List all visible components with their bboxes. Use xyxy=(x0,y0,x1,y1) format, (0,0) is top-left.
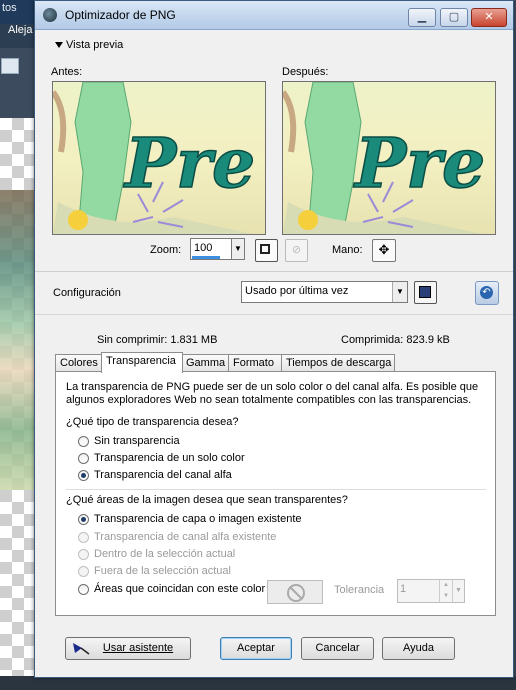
dialog-title: Optimizador de PNG xyxy=(65,8,176,22)
tolerance-stepper[interactable]: 1 ▲ ▼ ▼ xyxy=(397,579,465,603)
maximize-button[interactable]: ▢ xyxy=(440,8,468,27)
tab-formato[interactable]: Formato xyxy=(228,354,282,372)
separator xyxy=(35,271,513,272)
config-value: Usado por última vez xyxy=(245,285,349,297)
preview-after-image: Pre xyxy=(283,82,486,234)
radio-selected-icon xyxy=(78,514,89,525)
tolerance-label: Tolerancia xyxy=(334,584,385,596)
reset-button[interactable]: ↶ xyxy=(475,281,499,305)
no-color-icon xyxy=(287,584,305,602)
zoom-fit-button[interactable] xyxy=(255,239,278,262)
radio-label: Transparencia de capa o imagen existente xyxy=(94,513,302,525)
background-toolbar-text: Aleja xyxy=(8,24,33,36)
floppy-icon xyxy=(419,286,431,298)
undo-icon: ↶ xyxy=(480,286,493,299)
radio-selected-icon xyxy=(78,470,89,481)
cancel-button[interactable]: Cancelar xyxy=(301,637,374,660)
use-wizard-button[interactable]: Usar asistente xyxy=(65,637,191,660)
title-bar[interactable]: Optimizador de PNG ▁ ▢ ✕ xyxy=(35,1,513,30)
preview-before-image: Pre xyxy=(53,82,256,234)
config-select[interactable]: Usado por última vez ▼ xyxy=(241,281,408,303)
background-image xyxy=(0,190,34,490)
uncompressed-size: Sin comprimir: 1.831 MB xyxy=(97,334,218,346)
transparency-panel: La transparencia de PNG puede ser de un … xyxy=(55,371,496,616)
zoom-label: Zoom: xyxy=(150,244,182,256)
radio-icon xyxy=(78,453,89,464)
radio-label: Áreas que coincidan con este color xyxy=(94,583,266,595)
radio-label: Fuera de la selección actual xyxy=(94,565,231,577)
separator xyxy=(66,489,486,490)
preview-after[interactable]: Pre xyxy=(282,81,496,235)
compressed-size: Comprimida: 823.9 kB xyxy=(341,334,450,346)
color-swatch[interactable] xyxy=(267,580,323,604)
app-icon xyxy=(43,8,57,22)
zoom-dropdown-arrow-icon[interactable]: ▼ xyxy=(231,238,245,260)
transparency-type-question: ¿Qué tipo de transparencia desea? xyxy=(66,416,239,428)
tab-transparencia[interactable]: Transparencia xyxy=(101,352,183,373)
minimize-button[interactable]: ▁ xyxy=(408,8,436,27)
radio-icon xyxy=(78,584,89,595)
config-label: Configuración xyxy=(53,287,121,299)
radio-label: Transparencia de un solo color xyxy=(94,452,245,464)
collapse-arrow-icon xyxy=(55,42,63,49)
close-button[interactable]: ✕ xyxy=(471,8,507,27)
ok-button[interactable]: Aceptar xyxy=(220,637,292,660)
tab-gamma[interactable]: Gamma xyxy=(181,354,229,372)
preview-after-text: Pre xyxy=(353,124,485,204)
png-optimizer-dialog: Optimizador de PNG ▁ ▢ ✕ Vista previa An… xyxy=(34,0,514,678)
tab-tiempos-descarga[interactable]: Tiempos de descarga xyxy=(281,354,395,372)
radio-icon xyxy=(78,549,89,560)
radio-icon xyxy=(78,566,89,577)
save-preset-button[interactable] xyxy=(414,281,437,304)
transparency-description: La transparencia de PNG puede ser de un … xyxy=(66,381,479,406)
wizard-icon xyxy=(73,643,90,655)
pan-tool-button[interactable]: ✥ xyxy=(372,239,396,262)
zoom-underline xyxy=(192,256,220,259)
preview-toggle-label: Vista previa xyxy=(66,39,124,51)
background-menu-text: tos xyxy=(2,2,17,14)
tolerance-value: 1 xyxy=(400,583,407,595)
stepper-arrows-icon: ▲ ▼ xyxy=(439,580,452,602)
radio-label: Sin transparencia xyxy=(94,435,180,447)
preview-before-text: Pre xyxy=(123,124,255,204)
radio-label: Dentro de la selección actual xyxy=(94,548,236,560)
radio-label: Transparencia de canal alfa existente xyxy=(94,531,277,543)
radio-icon xyxy=(78,532,89,543)
preview-before[interactable]: Pre xyxy=(52,81,266,235)
chevron-down-icon: ▼ xyxy=(452,580,464,602)
background-toolbar-icon[interactable] xyxy=(1,58,19,74)
after-label: Después: xyxy=(282,66,329,78)
radio-icon xyxy=(78,436,89,447)
chevron-down-icon[interactable]: ▼ xyxy=(392,282,407,302)
preview-toggle[interactable]: Vista previa xyxy=(55,39,123,51)
sync-preview-button[interactable]: ⊘ xyxy=(285,239,308,262)
hand-label: Mano: xyxy=(332,244,363,256)
radio-label: Transparencia del canal alfa xyxy=(94,469,232,481)
before-label: Antes: xyxy=(51,66,83,78)
use-wizard-label: Usar asistente xyxy=(102,642,174,654)
fit-window-icon xyxy=(260,244,270,254)
separator xyxy=(35,314,513,315)
help-button[interactable]: Ayuda xyxy=(382,637,455,660)
tab-colores[interactable]: Colores xyxy=(55,354,105,372)
zoom-value: 100 xyxy=(194,242,213,254)
background-statusbar xyxy=(0,676,516,690)
transparency-area-question: ¿Qué áreas de la imagen desea que sean t… xyxy=(66,494,348,506)
